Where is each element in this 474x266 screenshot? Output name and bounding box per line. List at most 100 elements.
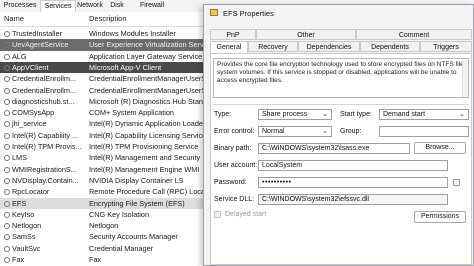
description-scrollbar[interactable] (462, 59, 468, 97)
service-description-cell: Fax (89, 255, 102, 264)
start-type-value: Demand start (383, 111, 426, 118)
service-description-cell: Application Layer Gateway Service (89, 51, 203, 61)
service-name-text: SamSs (12, 232, 36, 242)
delayed-start-label: Delayed start (225, 211, 267, 218)
service-name-text: EFS (12, 198, 27, 208)
password-label: Password: (214, 179, 247, 186)
service-row[interactable]: Intel(R) Capability ... Intel(R) Capabili… (0, 130, 210, 141)
gear-icon (4, 76, 10, 83)
tab-pnp[interactable]: PnP (210, 29, 256, 40)
service-row[interactable]: CredentialEnrollm... CredentialEnrollment… (0, 73, 210, 84)
service-name: Fax (4, 254, 84, 265)
service-name-text: COMSysApp (12, 108, 55, 118)
tab-other[interactable]: Other (256, 29, 356, 40)
service-row[interactable]: NVDisplay.Contain... NVIDIA Display Conta… (0, 175, 210, 186)
service-row[interactable]: TrustedInstaller Windows Modules Installe… (0, 28, 210, 39)
gear-icon (4, 42, 10, 49)
service-name: AppVClient (4, 62, 84, 73)
tab-general[interactable]: General (210, 41, 248, 53)
tab-processes[interactable]: Processes (2, 1, 38, 11)
service-row[interactable]: diagnosticshub.st... Microsoft (R) Diagno… (0, 96, 210, 107)
binary-path-field[interactable]: C:\WINDOWS\system32\lsass.exe (258, 143, 410, 154)
service-name-text: Fax (12, 255, 25, 264)
tab-network[interactable]: Network (75, 1, 105, 11)
service-name-text: RpcLocator (12, 187, 50, 197)
service-description-cell: Intel(R) Capability Licensing Service (89, 130, 207, 140)
service-name: ALG (4, 51, 84, 62)
tab-recovery[interactable]: Recovery (248, 41, 298, 52)
service-row[interactable]: WMIRegistrationS... Intel(R) Management E… (0, 164, 210, 175)
service-row[interactable]: Netlogon Netlogon (0, 220, 210, 231)
service-name-text: diagnosticshub.st... (12, 96, 75, 106)
service-description-cell: Encrypting File System (EFS) (89, 198, 185, 208)
service-row[interactable]: Intel(R) TPM Provis... Intel(R) TPM Provi… (0, 141, 210, 152)
service-name: LMS (4, 152, 84, 163)
service-description-cell: Intel(R) Management Engine WMI (89, 164, 200, 174)
service-dll-field[interactable]: C:\WINDOWS\system32\efssvc.dll (258, 194, 448, 205)
service-name: RpcLocator (4, 186, 84, 197)
dialog-titlebar[interactable]: EFS Properties (204, 5, 474, 21)
gear-icon (4, 234, 10, 241)
password-field[interactable]: •••••••••• (258, 177, 448, 188)
gear-icon (4, 177, 10, 184)
service-row[interactable]: KeyIso CNG Key Isolation (0, 209, 210, 220)
service-name-text: Intel(R) Capability ... (12, 130, 79, 140)
service-name: WMIRegistrationS... (4, 164, 84, 175)
chevron-down-icon: ⌄ (322, 128, 328, 135)
service-name-text: jhi_service (12, 119, 47, 129)
service-description-cell: CredentialEnrollmentManagerUserSvc (89, 85, 210, 95)
service-description-cell: Netlogon (89, 221, 119, 231)
service-name: SamSs (4, 231, 84, 242)
service-row[interactable]: jhi_service Intel(R) Dynamic Application … (0, 118, 210, 129)
service-description-cell: Security Accounts Manager (89, 232, 178, 242)
service-name-text: WMIRegistrationS... (12, 164, 77, 174)
group-label: Group: (340, 128, 362, 135)
service-description-cell: Credential Manager (89, 243, 154, 253)
binary-path-label: Binary path: (214, 145, 252, 152)
service-name: COMSysApp (4, 107, 84, 118)
service-description-cell: CNG Key Isolation (89, 209, 150, 219)
service-name: jhi_service (4, 118, 84, 129)
service-name-text: VaultSvc (12, 243, 41, 253)
browse-button[interactable]: Browse... (414, 142, 466, 154)
service-name: UevAgentService (4, 39, 84, 50)
tab-dependents[interactable]: Dependents (360, 41, 420, 52)
service-row[interactable]: LMS Intel(R) Management and Security (0, 152, 210, 163)
service-row[interactable]: EFS Encrypting File System (EFS) (0, 197, 210, 209)
service-row[interactable]: ALG Application Layer Gateway Service (0, 51, 210, 62)
service-name-text: KeyIso (12, 209, 35, 219)
column-name[interactable]: Name (4, 14, 24, 23)
service-row[interactable]: SamSs Security Accounts Manager (0, 231, 210, 242)
dialog-title: EFS Properties (223, 9, 274, 18)
service-row[interactable]: COMSysApp COM+ System Application (0, 107, 210, 118)
show-password-checkbox[interactable] (453, 179, 460, 186)
tab-comment[interactable]: Comment (356, 29, 472, 40)
service-row[interactable]: AppVClient Microsoft App-V Client (0, 61, 210, 74)
group-field[interactable] (379, 126, 469, 137)
tab-firewall[interactable]: Firewall (137, 1, 167, 11)
service-row[interactable]: CredentialEnrollm... CredentialEnrollment… (0, 85, 210, 96)
delayed-start-checkbox[interactable] (214, 211, 221, 218)
service-description[interactable]: Provides the core file encryption techno… (213, 58, 469, 98)
permissions-button[interactable]: Permissions (414, 211, 466, 223)
error-control-value: Normal (262, 128, 285, 135)
gear-icon (4, 31, 10, 37)
gear-icon (4, 87, 10, 94)
service-name: VaultSvc (4, 243, 84, 254)
service-name: NVDisplay.Contain... (4, 175, 84, 186)
service-row[interactable]: VaultSvc Credential Manager (0, 243, 210, 254)
service-row[interactable]: Fax Fax (0, 254, 210, 265)
tab-triggers[interactable]: Triggers (420, 41, 472, 52)
type-dropdown[interactable]: Share process ⌄ (258, 109, 332, 120)
start-type-dropdown[interactable]: Demand start ⌄ (379, 109, 469, 120)
service-description-cell: CredentialEnrollmentManagerUserSvc (89, 74, 210, 84)
tab-dependencies[interactable]: Dependencies (298, 41, 360, 52)
service-row[interactable]: UevAgentService User Experience Virtualiz… (0, 39, 210, 51)
tab-disk[interactable]: Disk (107, 1, 127, 11)
service-row[interactable]: RpcLocator Remote Procedure Call (RPC) Lo… (0, 186, 210, 197)
user-account-field[interactable]: LocalSystem (258, 160, 448, 171)
type-value: Share process (262, 111, 308, 118)
column-description[interactable]: Description (89, 14, 127, 23)
service-name-text: UevAgentService (12, 40, 69, 50)
error-control-dropdown[interactable]: Normal ⌄ (258, 126, 332, 137)
